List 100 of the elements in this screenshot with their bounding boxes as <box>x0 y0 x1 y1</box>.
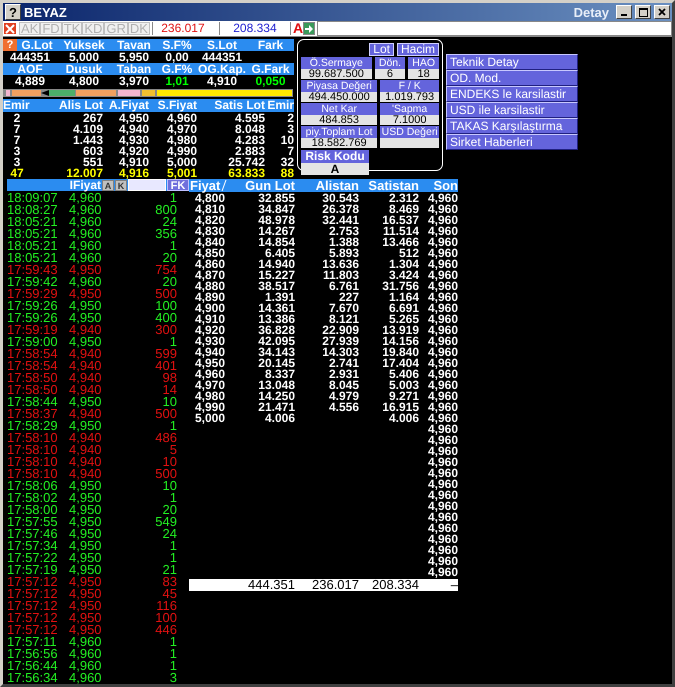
table-cell-text: 4,960 <box>426 281 458 292</box>
trade-cell-text: 599 <box>154 348 177 360</box>
table-cell-text: 4,960 <box>426 468 458 479</box>
table-cell-text: 4,960 <box>194 369 226 380</box>
table-cell-text: 4,860 <box>194 259 226 270</box>
trade-cell-text: 100 <box>154 300 177 312</box>
minimize-button[interactable] <box>616 5 632 19</box>
total-cell-text: 88 <box>280 168 294 179</box>
trade-cell-text: 401 <box>154 360 177 372</box>
table-cell-text: 4.979 <box>328 391 359 402</box>
table-cell-text: 4.006 <box>388 413 419 424</box>
value-cell-text: 4,889 <box>14 75 46 87</box>
trade-cell-text: 17:57:12 <box>7 588 59 600</box>
trade-cell-text: 4,940 <box>69 384 103 396</box>
table-cell-text: 267 <box>82 113 103 124</box>
trade-cell-text: 18:05:21 <box>7 252 59 264</box>
trade-cell-text: 18:08:27 <box>7 204 59 216</box>
trade-cell-text: 1 <box>170 420 177 432</box>
table-cell-text: 4,960 <box>426 545 458 556</box>
help-button[interactable]: ? <box>3 39 17 51</box>
table-cell-text: 7.670 <box>328 303 359 314</box>
table-cell-text: 1.164 <box>388 292 419 303</box>
total-cell-text: 63.833 <box>227 168 265 179</box>
table-cell-text: 4,960 <box>426 534 458 545</box>
menu-button[interactable]: TAKAS Karşılaştırma <box>446 118 578 134</box>
trade-cell-text: 1 <box>170 336 177 348</box>
value-cell-text: 1,01 <box>164 75 190 87</box>
table-cell-text: 4,950 <box>118 113 149 124</box>
table-cell-text: 8.469 <box>388 204 419 215</box>
trade-cell-text: 4,940 <box>69 444 103 456</box>
help-button[interactable]: ? <box>5 4 21 20</box>
menu-button[interactable]: ENDEKS le karsilastir <box>446 86 578 102</box>
trade-cell-text: 17:58:50 <box>7 384 59 396</box>
trade-cell-text: 21 <box>162 564 177 576</box>
table-cell-text: 5.265 <box>388 314 419 325</box>
arrow-icon <box>304 24 314 34</box>
menu-button[interactable]: OD. Mod. <box>446 70 578 86</box>
trade-cell-text: 1 <box>168 540 177 552</box>
column-header: S.F% <box>161 39 193 51</box>
sort-icon <box>221 180 228 191</box>
field-label: piy.Toplam Lot <box>301 126 378 138</box>
table-cell-text: 42.095 <box>257 336 295 347</box>
close-button[interactable] <box>654 5 670 19</box>
trade-cell-text: 17:57:19 <box>7 564 59 576</box>
fk-button[interactable]: FK <box>167 179 189 191</box>
table-cell-text: 10 <box>280 135 294 146</box>
table-cell-text: 2.931 <box>328 369 359 380</box>
table-cell-text: 32 <box>280 157 294 168</box>
table-cell-text: 4.109 <box>72 124 103 135</box>
trade-cell-text: 17:57:46 <box>7 528 59 540</box>
trade-cell-text: 1 <box>170 240 177 252</box>
table-cell-text: 17.404 <box>381 358 419 369</box>
table-cell-text: 4,960 <box>426 336 458 347</box>
trade-cell-text: 10 <box>162 456 177 468</box>
maximize-button[interactable] <box>635 5 651 19</box>
table-cell-text: 4,960 <box>426 193 458 204</box>
trade-cell-text: 486 <box>154 432 177 444</box>
table-cell-text: 3 <box>12 146 22 157</box>
trade-cell-text: 20 <box>162 276 177 288</box>
trade-cell-text: 4,960 <box>69 636 103 648</box>
toggle-button[interactable]: Hacim <box>396 43 439 56</box>
trade-cell-text: 1 <box>170 636 177 648</box>
total-cell-text: 208.334 <box>371 579 419 591</box>
menu-button[interactable]: USD ile karsilastir <box>446 102 578 118</box>
trade-cell-text: 17:58:00 <box>7 504 59 516</box>
field-value: 6 <box>374 69 406 79</box>
table-cell-text: 4,960 <box>426 303 458 314</box>
table-cell-text: 5,000 <box>166 157 197 168</box>
filter-button[interactable]: A <box>102 180 114 190</box>
trade-cell-text: 17:58:37 <box>7 408 59 420</box>
total-cell-text: 444.351 <box>247 579 295 591</box>
input-field[interactable] <box>317 21 672 36</box>
trade-cell-text: 4,950 <box>69 312 103 324</box>
trade-cell-text: 17:58:10 <box>7 444 59 456</box>
menu-button[interactable]: Sirket Haberleri <box>446 134 578 150</box>
trade-cell-text: 4,950 <box>69 528 103 540</box>
field-label: Dön. <box>374 57 406 69</box>
table-cell-text: 14.940 <box>257 259 295 270</box>
filter-button[interactable]: K <box>115 180 127 190</box>
table-cell-text: 25.742 <box>227 157 265 168</box>
field-label: Ö.Sermaye <box>301 57 372 69</box>
trade-cell-text: 4,950 <box>69 564 103 576</box>
trade-cell-text: 4,950 <box>69 336 103 348</box>
table-cell-text: 4,800 <box>195 193 226 204</box>
trade-cell-text: 4,950 <box>69 300 103 312</box>
trade-cell-text: 17:59:26 <box>7 312 59 324</box>
column-header: Alis Lot <box>58 99 103 112</box>
table-cell-text: 32.441 <box>321 215 359 226</box>
trade-cell-text: 4,950 <box>69 492 103 504</box>
trade-cell-text: 17:57:34 <box>7 540 59 552</box>
column-header: G.Lot <box>20 39 54 51</box>
menu-button[interactable]: Teknik Detay <box>446 54 578 70</box>
toggle-button[interactable]: Lot <box>369 43 394 56</box>
table-cell-text: 34.847 <box>257 204 295 215</box>
trade-cell-text: 754 <box>154 264 177 276</box>
trade-cell-text: 17:56:44 <box>7 660 59 672</box>
arrow-button[interactable] <box>303 22 316 35</box>
table-cell-text: 4,850 <box>194 248 226 259</box>
table-cell-text: 4,960 <box>426 270 458 281</box>
table-cell-text: 4.595 <box>234 113 265 124</box>
